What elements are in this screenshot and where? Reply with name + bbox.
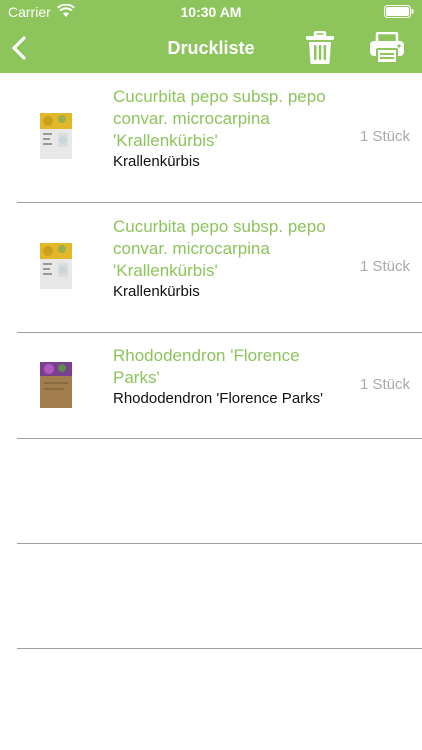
printer-icon[interactable]	[369, 32, 405, 64]
botanical-name: Cucurbita pepo subsp. pepo convar. micro…	[113, 87, 326, 150]
page-title: Druckliste	[167, 38, 255, 58]
common-name: Krallenkürbis	[113, 283, 200, 300]
empty-row-divider	[17, 648, 422, 649]
seed-packet-thumbnail	[40, 113, 72, 159]
status-bar: Carrier 10:30 AM	[0, 0, 422, 24]
common-name: Krallenkürbis	[113, 153, 200, 170]
status-time: 10:30 AM	[180, 4, 242, 20]
battery-icon	[384, 5, 414, 18]
list-item[interactable]: Cucurbita pepo subsp. pepo convar. micro…	[0, 73, 422, 202]
quantity-label: 1 Stück	[359, 376, 410, 393]
botanical-name: Cucurbita pepo subsp. pepo convar. micro…	[113, 217, 326, 280]
empty-row-divider	[17, 543, 422, 544]
list-item[interactable]: Cucurbita pepo subsp. pepo convar. micro…	[0, 203, 422, 332]
row-divider	[17, 438, 422, 439]
common-name: Rhododendron 'Florence Parks'	[113, 390, 324, 407]
trash-icon[interactable]	[305, 31, 335, 65]
quantity-label: 1 Stück	[359, 258, 410, 275]
seed-packet-thumbnail	[40, 243, 72, 289]
navigation-bar: Druckliste	[0, 24, 422, 73]
list-item[interactable]: Rhododendron 'Florence Parks' Rhododendr…	[0, 333, 422, 438]
seed-packet-thumbnail	[40, 362, 72, 408]
quantity-label: 1 Stück	[359, 128, 410, 145]
botanical-name: Rhododendron 'Florence Parks'	[113, 346, 300, 387]
